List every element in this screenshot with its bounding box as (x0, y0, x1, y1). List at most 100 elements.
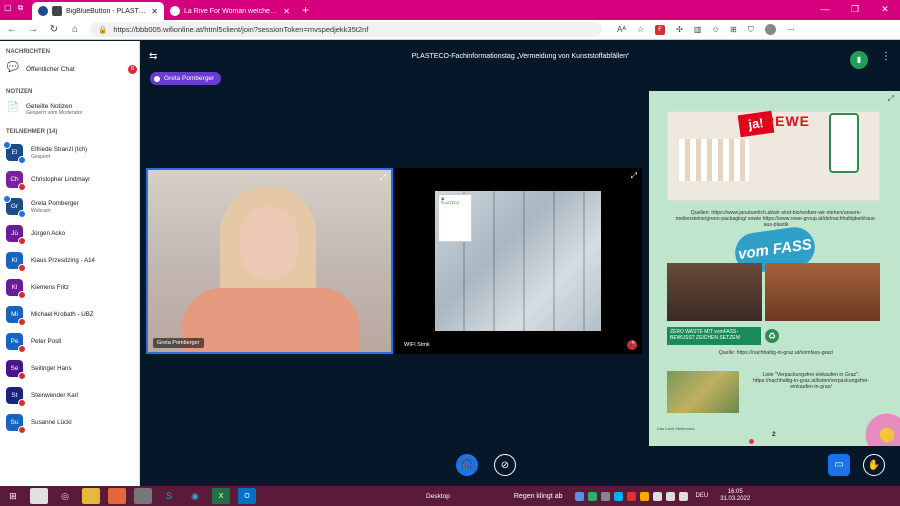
participant-row[interactable]: Su Susanne Lückl (0, 409, 139, 436)
slide-page-number: 2 (772, 431, 776, 438)
talking-indicator: Greta Pomberger (150, 72, 222, 85)
fullscreen-presentation-icon[interactable]: ⤢ (888, 94, 894, 104)
participant-row[interactable]: Kl Klemens Fritz (0, 274, 139, 301)
windows-start-icon[interactable]: ⊞ (4, 488, 22, 504)
fullscreen-icon[interactable]: ⤢ (380, 173, 386, 183)
close-tab-icon[interactable]: ✕ (283, 7, 290, 16)
taskbar: ⊞ ◎ S ◉ X O Desktop Regen klingt ab DEU … (0, 486, 900, 506)
favorites-icon[interactable]: ✩ (712, 25, 719, 34)
participant-initials: Gr (10, 203, 19, 210)
calculator-icon[interactable] (134, 488, 152, 504)
participant-initials: St (11, 392, 18, 399)
skype-icon[interactable]: S (160, 488, 178, 504)
tray-app-icon[interactable] (587, 491, 597, 501)
options-icon[interactable]: ⋮ (881, 51, 891, 62)
source-text-1: Quellen: https://www.janatuerlich.at/wir… (675, 210, 877, 228)
video-tile-wifi[interactable]: ▣ PLASTECO ⤢ WIFI Stmk 🎤 (395, 168, 642, 354)
tray-app-icon[interactable] (652, 491, 662, 501)
participant-row[interactable]: Mi Michael Krobath - UBZ (0, 301, 139, 328)
extension-icon[interactable]: F (655, 24, 666, 35)
video-tile-greta[interactable]: ⤢ Greta Pomberger (146, 168, 393, 354)
puzzle-icon[interactable]: ✣ (676, 25, 683, 34)
tray-app-icon[interactable] (639, 491, 649, 501)
tab-actions-icon[interactable]: ⧉ (18, 3, 24, 13)
source-text-3: Liste "Verpackungsfrei einkaufen in Graz… (753, 372, 869, 390)
volume-icon[interactable] (678, 491, 688, 501)
media-icon[interactable] (108, 488, 126, 504)
profile-avatar[interactable] (764, 24, 776, 35)
notes-heading: NOTIZEN (6, 89, 33, 95)
profile-icon[interactable]: ▢ (4, 3, 12, 13)
shield-icon[interactable]: ⛉ (748, 25, 754, 35)
video-name-label[interactable]: WIFI Stmk (400, 340, 434, 350)
reload-icon[interactable]: ↻ (48, 24, 60, 35)
public-chat-item[interactable]: 💬 Öffentlicher Chat 6 (0, 59, 139, 79)
maximize-icon[interactable]: ❐ (840, 0, 870, 18)
participant-avatar: St (6, 387, 26, 407)
clock[interactable]: 16:05 31.03.2022 (720, 489, 750, 503)
shared-notes-item[interactable]: 📄 Geteilte Notizen Gesperrt vom Moderato… (0, 99, 139, 119)
browser-old-icon[interactable]: ◎ (56, 488, 74, 504)
participant-row[interactable]: Jü Jürgen Acko (0, 220, 139, 247)
outlook-icon[interactable]: O (238, 488, 256, 504)
participant-name: Steinwender Karl (31, 392, 79, 399)
excel-icon[interactable]: X (212, 488, 230, 504)
speaker-icon[interactable] (52, 6, 62, 16)
tab-bigbluebutton[interactable]: BigBlueButton - PLASTECO- ✕ (32, 2, 164, 20)
close-window-icon[interactable]: ✕ (870, 0, 900, 18)
participant-row[interactable]: Kl Klaus Przesdzing - A14 (0, 247, 139, 274)
audio-status-icon (18, 237, 26, 245)
audio-status-icon (18, 318, 26, 326)
video-name-label[interactable]: Greta Pomberger (153, 338, 204, 348)
collections-icon[interactable]: ⊞ (730, 25, 737, 34)
fullscreen-icon[interactable]: ⤢ (631, 171, 637, 181)
headphones-button[interactable]: 🎧 (456, 454, 478, 476)
close-tab-icon[interactable]: ✕ (151, 7, 158, 16)
participant-row[interactable]: Pe Peter Postl (0, 328, 139, 355)
participant-name: Klemens Fritz (31, 284, 69, 291)
audio-status-icon (18, 426, 26, 434)
flower-decoration (862, 410, 900, 446)
split-screen-icon[interactable]: ▥ (694, 25, 702, 34)
participant-row[interactable]: El Elfriede Stranzl (Ich) Gesperrt (0, 139, 139, 166)
tab-tools: ▢ ⧉ (4, 3, 23, 13)
tray-app-icon[interactable] (613, 491, 623, 501)
participant-row[interactable]: Se Seitinger Hans (0, 355, 139, 382)
more-icon[interactable]: ⋯ (787, 25, 795, 34)
tray-app-icon[interactable] (626, 491, 636, 501)
tab-la-rive[interactable]: La Rive For Woman welches Oris ✕ (164, 2, 296, 20)
participant-row[interactable]: Gr Greta Pomberger Webcam (0, 193, 139, 220)
camera-off-button[interactable]: ⊘ (494, 454, 516, 476)
desktop-label[interactable]: Desktop (426, 493, 450, 500)
minimize-icon[interactable]: — (810, 0, 840, 18)
edge-icon[interactable]: ◉ (186, 488, 204, 504)
connection-status-icon[interactable]: ▮ (850, 51, 868, 69)
mic-icon (154, 75, 160, 82)
participant-name: Greta Pomberger (31, 199, 79, 207)
notes-icon: 📄 (6, 102, 20, 113)
forward-icon[interactable]: → (27, 24, 39, 35)
audio-status-icon (18, 291, 26, 299)
file-explorer-icon[interactable] (82, 488, 100, 504)
read-aloud-icon[interactable]: Aᴬ (617, 25, 626, 34)
tray-app-icon[interactable] (574, 491, 584, 501)
network-icon[interactable] (665, 491, 675, 501)
home-icon[interactable]: ⌂ (69, 24, 81, 35)
source-text-2: Quelle: https://nachhaltig-in-graz.at/vo… (718, 350, 834, 356)
participant-avatar: Kl (6, 279, 26, 299)
participant-row[interactable]: Ch Christopher Lindmayr (0, 166, 139, 193)
tray-app-icon[interactable] (600, 491, 610, 501)
language-indicator[interactable]: DEU (696, 493, 709, 499)
raise-hand-button[interactable]: ✋ (863, 454, 885, 476)
url-field[interactable]: 🔒 https://bbb005.wifionline.at/html5clie… (90, 22, 602, 37)
now-playing-label[interactable]: Regen klingt ab (514, 493, 563, 500)
system-tray (574, 491, 688, 501)
favorite-icon[interactable]: ☆ (637, 25, 644, 34)
participant-row[interactable]: St Steinwender Karl (0, 382, 139, 409)
app-window: ▢ ⧉ BigBlueButton - PLASTECO- ✕ La Rive … (0, 0, 900, 506)
paint-icon[interactable] (30, 488, 48, 504)
back-icon[interactable]: ← (6, 24, 18, 35)
screen-share-button[interactable]: ▭ (828, 454, 850, 476)
new-tab-button[interactable]: + (302, 3, 309, 17)
presentation-slide[interactable]: ⤢ ja! REWE Quellen: https://www.janatuer… (649, 91, 900, 446)
